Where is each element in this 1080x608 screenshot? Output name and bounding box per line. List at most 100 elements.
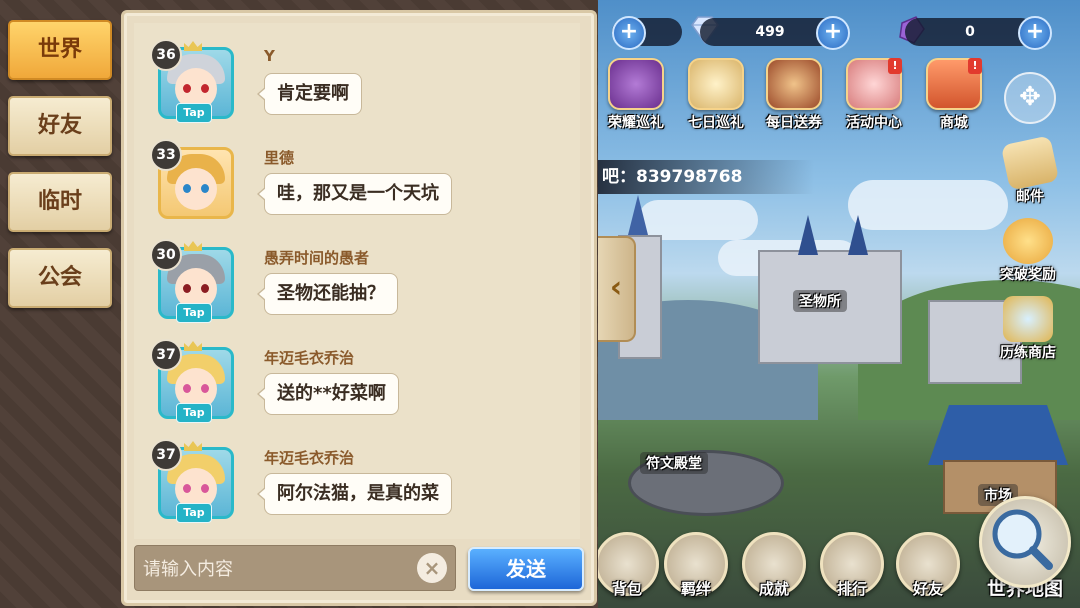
sender-name[interactable]: 年迈毛衣乔治 [264,347,354,368]
trial-shop-icon [1003,296,1053,342]
eye [201,384,209,393]
avatar[interactable]: 36 Tap [150,39,234,123]
add-resource-button[interactable]: + [612,16,646,50]
tap-tag: Tap [176,503,212,523]
event-label: 荣耀巡礼 [608,115,664,131]
crystal-count: 0 [905,18,1035,46]
chat-message: 36 Tap Y 肯定要啊 [150,39,574,137]
bottom-menu-label: 羁绊 [680,580,711,598]
chat-input[interactable] [141,546,415,592]
level-badge: 36 [150,39,182,71]
tab-friends[interactable]: 好友 [8,96,112,156]
bottom-menu-label: 排行 [836,580,867,598]
event-label: 七日巡礼 [688,115,744,131]
avatar[interactable]: 37 Tap [150,439,234,523]
tab-world[interactable]: 世界 [8,20,112,80]
message-bubble: 送的**好菜啊 [257,373,399,415]
honor-tour-icon [608,58,664,110]
message-list[interactable]: 36 Tap Y 肯定要啊 33 里德 哇，那又是一个天坑 30 Tap 愚弄时… [134,23,580,539]
breakthrough-reward-button[interactable]: 突破奖励 [988,218,1068,284]
eye [183,284,191,293]
chat-channel-tabs: 世界 好友 临时 公会 [8,20,114,324]
level-badge: 37 [150,339,182,371]
tap-tag: Tap [176,103,212,123]
eye [183,384,191,393]
eye [183,484,191,493]
face [175,168,217,210]
tab-temporary[interactable]: 临时 [8,172,112,232]
bottom-menu-backpack[interactable]: 背包 [592,532,662,604]
message-bubble: 圣物还能抽？ [257,273,398,315]
move-arrows-icon[interactable]: ✥ [1004,72,1056,124]
sender-name[interactable]: 年迈毛衣乔治 [264,447,354,468]
event-shop[interactable]: ! 商城 [916,58,992,131]
chat-input-box: × [134,545,456,592]
message-bubble: 阿尔法猫，是真的菜 [257,473,452,515]
bottom-menu-label: 好友 [912,580,943,598]
chat-message: 30 Tap 愚弄时间的愚者 圣物还能抽？ [150,239,574,337]
trial-shop-label: 历练商店 [1000,345,1056,361]
event-seven-day-tour[interactable]: 七日巡礼 [678,58,754,131]
collapse-chat-button[interactable]: ‹ [598,236,636,342]
event-label: 商城 [940,115,968,131]
relic-hall-label[interactable]: 圣物所 [793,290,847,312]
cloud [638,200,758,240]
eye [183,84,191,93]
breakthrough-label: 突破奖励 [1000,267,1056,283]
crown-icon [184,41,202,51]
qq-group-number: 吧：839798768 [598,160,814,194]
event-label: 每日送券 [766,115,822,131]
alert-badge: ! [888,58,902,74]
alert-badge: ! [968,58,982,74]
bottom-menu-achievement[interactable]: 成就 [739,532,809,604]
eye [201,284,209,293]
crown-icon [184,241,202,251]
chat-window: 世界 好友 临时 公会 36 Tap Y 肯定要啊 33 里德 哇，那又是一个天… [0,0,598,608]
bottom-menu-bond[interactable]: 羁绊 [661,532,731,604]
level-badge: 33 [150,139,182,171]
eye [183,184,191,193]
level-badge: 30 [150,239,182,271]
magnifier-icon [979,496,1071,588]
eye [201,484,209,493]
event-daily-ticket[interactable]: 每日送券 [756,58,832,131]
tap-tag: Tap [176,303,212,323]
add-crystal-button[interactable]: + [1018,16,1052,50]
event-activity-center[interactable]: ! 活动中心 [836,58,912,131]
crown-icon [184,341,202,351]
avatar[interactable]: 30 Tap [150,239,234,323]
add-diamond-button[interactable]: + [816,16,850,50]
mail-button[interactable]: 邮件 [990,135,1070,206]
sender-name[interactable]: 愚弄时间的愚者 [264,247,369,268]
sender-name[interactable]: 里德 [264,147,294,168]
breakthrough-icon [1003,218,1053,264]
mail-icon [1000,135,1060,191]
seven-day-tour-icon [688,58,744,110]
send-button[interactable]: 发送 [468,547,584,591]
level-badge: 37 [150,439,182,471]
trial-shop-button[interactable]: 历练商店 [988,296,1068,362]
rune-temple-label[interactable]: 符文殿堂 [640,452,708,474]
crown-icon [184,441,202,451]
world-map-button[interactable]: 世界地图 [975,496,1075,606]
chat-message: 37 Tap 年迈毛衣乔治 阿尔法猫，是真的菜 [150,439,574,537]
sender-name[interactable]: Y [264,47,275,65]
market-roof[interactable] [928,405,1068,465]
tab-guild[interactable]: 公会 [8,248,112,308]
chat-message: 37 Tap 年迈毛衣乔治 送的**好菜啊 [150,339,574,437]
mail-label: 邮件 [1016,189,1044,205]
eye [201,184,209,193]
clear-input-button[interactable]: × [417,553,447,583]
tap-tag: Tap [176,403,212,423]
event-honor-tour[interactable]: 荣耀巡礼 [598,58,674,131]
chat-message: 33 里德 哇，那又是一个天坑 [150,139,574,237]
bottom-menu-ranking[interactable]: 排行 [817,532,887,604]
avatar[interactable]: 33 [150,139,234,219]
castle-spire [628,195,648,235]
bottom-menu-label: 成就 [758,580,789,598]
bottom-menu-friends[interactable]: 好友 [893,532,963,604]
cloud [848,180,1008,230]
avatar[interactable]: 37 Tap [150,339,234,423]
castle-spire [848,215,868,255]
eye [201,84,209,93]
